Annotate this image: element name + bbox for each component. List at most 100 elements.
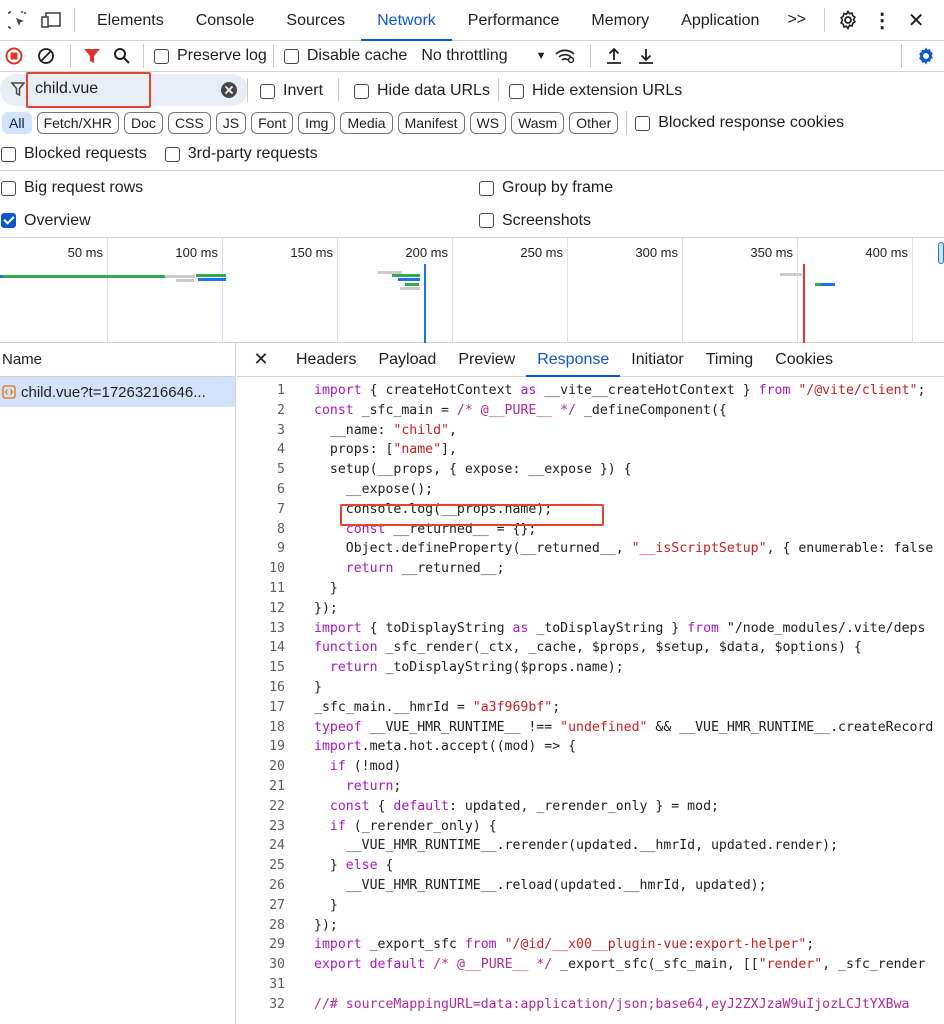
import-har-icon[interactable] xyxy=(597,41,631,71)
search-icon[interactable] xyxy=(107,41,137,71)
type-chip-js[interactable]: JS xyxy=(215,112,247,134)
timeline-bar xyxy=(392,274,420,277)
detail-tab-timing[interactable]: Timing xyxy=(695,343,764,377)
type-chip-manifest[interactable]: Manifest xyxy=(397,112,465,134)
line-number: 1 xyxy=(277,383,285,398)
inspect-element-icon[interactable] xyxy=(0,0,34,41)
detail-tab-payload[interactable]: Payload xyxy=(367,343,447,377)
detail-tab-cookies[interactable]: Cookies xyxy=(764,343,844,377)
type-chip-doc[interactable]: Doc xyxy=(124,112,163,134)
detail-tab-initiator[interactable]: Initiator xyxy=(620,343,694,377)
type-chip-all[interactable]: All xyxy=(2,112,32,134)
name-column-header[interactable]: Name xyxy=(0,343,235,377)
clear-icon[interactable] xyxy=(28,41,64,71)
overview-checkbox[interactable] xyxy=(1,213,16,228)
line-number: 27 xyxy=(269,897,285,913)
tab-application[interactable]: Application xyxy=(665,0,775,41)
group-by-frame-checkbox[interactable] xyxy=(479,180,494,196)
line-text: return; xyxy=(345,778,402,794)
detail-tab-preview[interactable]: Preview xyxy=(447,343,526,377)
type-chip-other[interactable]: Other xyxy=(569,112,619,134)
divider xyxy=(338,78,339,102)
network-conditions-icon[interactable] xyxy=(546,41,584,71)
line-text: import { createHotContext as __vite__cre… xyxy=(314,383,926,398)
throttling-select[interactable]: No throttling xyxy=(421,47,507,65)
chevron-down-icon[interactable]: ▼ xyxy=(536,50,547,62)
code-line: 14 function _sfc_render(_ctx, _cache, $pr… xyxy=(237,638,944,658)
hide-data-urls-checkbox[interactable] xyxy=(354,83,369,99)
line-number: 15 xyxy=(269,660,285,676)
timeline-bar xyxy=(196,274,226,277)
invert-checkbox[interactable] xyxy=(260,83,275,99)
disable-cache-checkbox[interactable] xyxy=(283,48,299,64)
tab-console[interactable]: Console xyxy=(180,0,271,41)
settings-gear-icon[interactable] xyxy=(831,0,865,41)
hide-extension-urls-label: Hide extension URLs xyxy=(532,82,683,99)
filter-funnel-icon[interactable] xyxy=(77,41,107,71)
detail-tab-response[interactable]: Response xyxy=(526,343,621,377)
hide-extension-urls-option[interactable]: Hide extension URLs xyxy=(509,82,682,100)
tab-performance[interactable]: Performance xyxy=(452,0,576,41)
line-text: function _sfc_render(_ctx, _cache, $prop… xyxy=(314,640,862,656)
close-devtools-icon[interactable]: ✕ xyxy=(899,0,933,41)
filter-row: child.vue Invert Hide data URLs Hide ext… xyxy=(0,72,944,108)
timeline-bar xyxy=(400,287,420,290)
device-toolbar-icon[interactable] xyxy=(34,0,68,41)
request-row[interactable]: child.vue?t=17263216646... xyxy=(0,377,235,407)
line-number: 29 xyxy=(269,937,285,953)
preserve-log-checkbox[interactable] xyxy=(154,48,169,64)
type-chip-css[interactable]: CSS xyxy=(167,112,211,134)
close-detail-icon[interactable]: ✕ xyxy=(237,343,285,377)
more-options-icon[interactable]: ⋮ xyxy=(865,0,899,41)
tab-memory[interactable]: Memory xyxy=(575,0,665,41)
big-request-rows-label: Big request rows xyxy=(24,179,144,196)
line-text: const { default: updated, _rerender_only… xyxy=(329,798,719,814)
type-chip-ws[interactable]: WS xyxy=(469,112,507,134)
hide-extension-urls-checkbox[interactable] xyxy=(509,83,524,99)
type-chip-wasm[interactable]: Wasm xyxy=(511,112,565,134)
response-code-view[interactable]: 1 import { createHotContext as __vite__cr… xyxy=(237,381,944,1015)
timeline-scroll-handle[interactable] xyxy=(938,242,944,264)
code-line: 18 typeof __VUE_HMR_RUNTIME__ !== "undefi… xyxy=(237,718,944,738)
line-text: import _export_sfc from "/@id/__x00__plu… xyxy=(314,937,815,953)
line-text: //# sourceMappingURL=data:application/js… xyxy=(314,996,910,1012)
network-settings-gear-icon[interactable] xyxy=(908,41,944,71)
line-text: export default /* @__PURE__ */ _export_s… xyxy=(314,957,926,973)
tab-sources[interactable]: Sources xyxy=(270,0,361,41)
type-chip-fetch-xhr[interactable]: Fetch/XHR xyxy=(36,112,120,134)
type-chip-media[interactable]: Media xyxy=(340,112,393,134)
code-line: 20 if (!mod) xyxy=(237,757,944,777)
blocked-response-cookies-label: Blocked response cookies xyxy=(658,114,845,131)
type-chip-img[interactable]: Img xyxy=(298,112,336,134)
line-number: 7 xyxy=(277,501,285,517)
highlight-box xyxy=(26,72,151,108)
timeline-tick-label: 400 ms xyxy=(865,245,908,260)
screenshots-checkbox[interactable] xyxy=(479,213,494,228)
big-request-rows-checkbox[interactable] xyxy=(1,180,16,196)
third-party-checkbox[interactable] xyxy=(164,146,180,162)
code-line: 17 _sfc_main.__hmrId = "a3f969bf"; xyxy=(237,698,944,718)
clear-filter-icon[interactable] xyxy=(220,81,238,99)
line-text: }); xyxy=(314,917,338,933)
record-stop-icon[interactable] xyxy=(0,41,28,71)
hide-data-urls-option[interactable]: Hide data URLs xyxy=(354,82,490,100)
invert-option[interactable]: Invert xyxy=(260,82,323,100)
tab-network[interactable]: Network xyxy=(361,0,452,41)
blocked-requests-checkbox[interactable] xyxy=(1,146,16,162)
type-chip-font[interactable]: Font xyxy=(251,112,294,134)
line-number: 26 xyxy=(269,877,285,893)
timeline-overview[interactable]: 50 ms 100 ms 150 ms 200 ms 250 ms 300 ms 350 m… xyxy=(0,237,944,343)
line-number: 28 xyxy=(269,917,285,933)
line-text: import.meta.hot.accept((mod) => { xyxy=(314,739,577,755)
tab-elements[interactable]: Elements xyxy=(81,0,180,41)
code-line: 32 //# sourceMappingURL=data:application/… xyxy=(237,995,944,1015)
export-har-icon[interactable] xyxy=(631,41,661,71)
timeline-tick-label: 250 ms xyxy=(520,245,563,260)
more-tabs-button[interactable]: >> xyxy=(775,11,818,29)
detail-tab-headers[interactable]: Headers xyxy=(285,343,367,377)
code-line: 22 const { default: updated, _rerender_o… xyxy=(237,797,944,817)
blocked-response-cookies-checkbox[interactable] xyxy=(635,115,651,131)
code-line: 16} xyxy=(237,678,944,698)
line-text: } xyxy=(314,580,338,596)
detail-tab-list: Headers Payload Preview Response Initiator Ti… xyxy=(285,343,844,377)
